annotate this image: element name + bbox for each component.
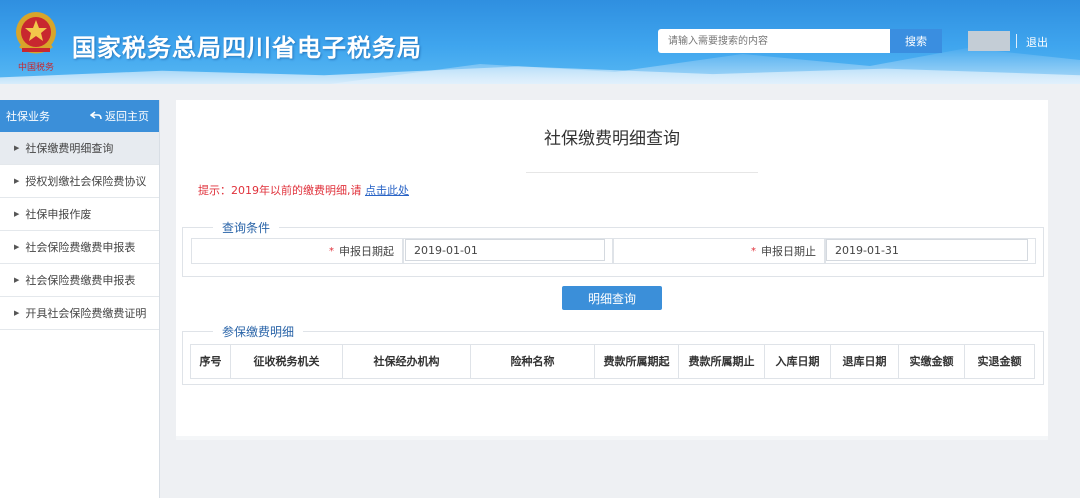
back-arrow-icon [90, 111, 102, 120]
sidebar-item-label: 开具社会保险费缴费证明 [25, 307, 147, 320]
sidebar-item-declaration-void[interactable]: ▶ 社保申报作废 [0, 198, 159, 231]
sidebar-item-label: 社保申报作废 [25, 208, 92, 221]
sidebar-item-payment-detail-query[interactable]: ▶ 社保缴费明细查询 [0, 132, 159, 165]
end-date-input[interactable] [826, 239, 1028, 261]
start-date-label-cell: * 申报日期起 [191, 238, 403, 264]
column-header: 费款所属期止 [678, 344, 765, 379]
emblem-caption: 中国税务 [17, 63, 54, 73]
column-header: 入库日期 [764, 344, 831, 379]
column-header: 征收税务机关 [230, 344, 343, 379]
tip-text: 提示：2019年以前的缴费明细,请 [198, 184, 365, 197]
start-date-label: 申报日期起 [339, 245, 394, 258]
sidebar-item-authorization-agreement[interactable]: ▶ 授权划缴社会保险费协议 [0, 165, 159, 198]
title-divider [526, 172, 758, 173]
table-header-row: 序号 征收税务机关 社保经办机构 险种名称 费款所属期起 费款所属期止 入库日期… [190, 344, 1035, 379]
column-header: 实缴金额 [898, 344, 965, 379]
payment-detail-table: 序号 征收税务机关 社保经办机构 险种名称 费款所属期起 费款所属期止 入库日期… [190, 344, 1035, 379]
sidebar-item-payment-certificate[interactable]: ▶ 开具社会保险费缴费证明 [0, 297, 159, 330]
panel-footer-strip [176, 436, 1048, 440]
main-panel: 社保缴费明细查询 提示：2019年以前的缴费明细,请 点击此处 查询条件 * 申… [176, 100, 1048, 436]
user-avatar[interactable] [968, 31, 1010, 51]
sidebar: 社保业务 返回主页 ▶ 社保缴费明细查询 ▶ 授权划缴社会保险费协议 ▶ 社保申… [0, 100, 160, 498]
sidebar-item-declaration-form-2[interactable]: ▶ 社会保险费缴费申报表 [0, 264, 159, 297]
search-input[interactable] [658, 29, 890, 53]
bullet-icon: ▶ [14, 309, 20, 317]
search-button[interactable]: 搜索 [890, 29, 942, 53]
page-title: 社保缴费明细查询 [544, 129, 680, 149]
column-header: 退库日期 [830, 344, 899, 379]
site-title: 国家税务总局四川省电子税务局 [72, 34, 422, 62]
sidebar-item-label: 社会保险费缴费申报表 [25, 241, 136, 254]
bullet-icon: ▶ [14, 243, 20, 251]
top-header: 中国税务 国家税务总局四川省电子税务局 搜索 退出 [0, 0, 1080, 84]
end-date-label: 申报日期止 [761, 245, 816, 258]
sidebar-title: 社保业务 [6, 110, 50, 123]
query-conditions-legend: 查询条件 [213, 219, 280, 236]
bullet-icon: ▶ [14, 177, 20, 185]
sidebar-header: 社保业务 返回主页 [0, 100, 159, 132]
tip-click-here-link[interactable]: 点击此处 [365, 184, 409, 197]
back-home-link[interactable]: 返回主页 [90, 108, 149, 124]
back-home-label: 返回主页 [105, 110, 149, 123]
payment-detail-legend: 参保缴费明细 [213, 323, 304, 340]
bullet-icon: ▶ [14, 144, 20, 152]
required-mark: * [751, 245, 756, 257]
detail-query-button[interactable]: 明细查询 [562, 286, 662, 310]
tip-notice: 提示：2019年以前的缴费明细,请 点击此处 [198, 182, 409, 198]
required-mark: * [329, 245, 334, 257]
sidebar-item-label: 社会保险费缴费申报表 [25, 274, 136, 287]
sidebar-item-declaration-form-1[interactable]: ▶ 社会保险费缴费申报表 [0, 231, 159, 264]
column-header: 实退金额 [964, 344, 1035, 379]
header-divider [1016, 34, 1017, 48]
column-header: 序号 [190, 344, 231, 379]
bullet-icon: ▶ [14, 210, 20, 218]
start-date-input[interactable] [405, 239, 605, 261]
end-date-label-cell: * 申报日期止 [613, 238, 825, 264]
sidebar-item-label: 授权划缴社会保险费协议 [25, 175, 147, 188]
column-header: 社保经办机构 [342, 344, 471, 379]
bullet-icon: ▶ [14, 276, 20, 284]
logout-link[interactable]: 退出 [1026, 34, 1048, 50]
sidebar-item-label: 社保缴费明细查询 [25, 142, 114, 155]
column-header: 险种名称 [470, 344, 595, 379]
column-header: 费款所属期起 [594, 344, 679, 379]
